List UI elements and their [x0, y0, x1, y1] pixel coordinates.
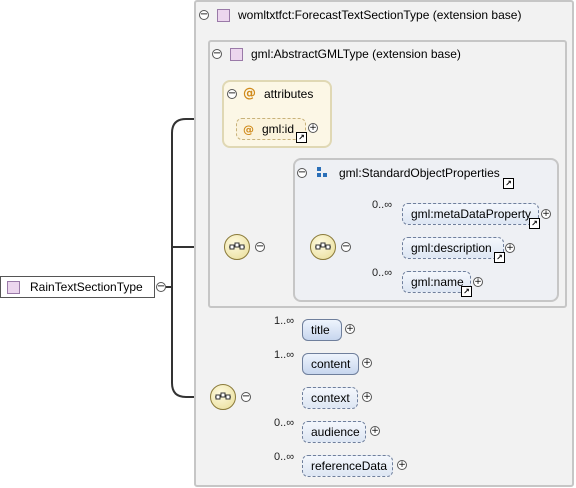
collapse-standard-props-toggle[interactable]: −	[297, 168, 307, 178]
sequence-glyph	[315, 242, 331, 250]
expand-metadata-toggle[interactable]: +	[541, 209, 551, 219]
sequence-glyph	[215, 392, 231, 400]
at-sign-icon: @	[243, 86, 256, 101]
sequence-compositor-icon[interactable]	[310, 234, 336, 260]
reference-data-label: referenceData	[311, 459, 388, 473]
sequence-compositor-icon[interactable]	[210, 384, 236, 410]
expand-description-toggle[interactable]: +	[505, 243, 515, 253]
expand-name-toggle[interactable]: +	[473, 277, 483, 287]
collapse-sequence-toggle[interactable]: −	[255, 242, 265, 252]
gml-id-label: gml:id	[262, 122, 295, 136]
audience-cardinality: 0..∞	[274, 417, 295, 429]
title-label: title	[311, 323, 330, 337]
metadata-cardinality: 0..∞	[372, 199, 393, 211]
reference-arrow-icon: ↗	[529, 218, 540, 229]
expand-reference-data-toggle[interactable]: +	[397, 460, 407, 470]
complex-type-square-icon	[7, 280, 20, 294]
content-element[interactable]: content	[302, 353, 359, 375]
reference-arrow-icon: ↗	[494, 252, 505, 263]
complex-type-square-icon	[230, 47, 243, 61]
root-element[interactable]: RainTextSectionType	[0, 276, 155, 298]
gml-type-label: gml:AbstractGMLType (extension base)	[251, 47, 461, 61]
collapse-sequence-toggle[interactable]: −	[241, 392, 251, 402]
audience-element[interactable]: audience	[302, 421, 366, 443]
audience-label: audience	[311, 425, 360, 439]
reference-arrow-icon: ↗	[296, 132, 307, 143]
forecast-type-label: womltxtfct:ForecastTextSectionType (exte…	[238, 8, 522, 22]
expand-context-toggle[interactable]: +	[362, 392, 372, 402]
content-label: content	[311, 357, 351, 371]
metadata-property-element[interactable]: gml:metaDataProperty	[402, 203, 539, 225]
expand-content-toggle[interactable]: +	[362, 358, 372, 368]
description-element[interactable]: gml:description	[402, 237, 504, 259]
metadata-property-label: gml:metaDataProperty	[411, 207, 532, 221]
expand-title-toggle[interactable]: +	[345, 324, 355, 334]
reference-data-cardinality: 0..∞	[274, 451, 295, 463]
title-element[interactable]: title	[302, 319, 342, 341]
expand-audience-toggle[interactable]: +	[370, 426, 380, 436]
context-element[interactable]: context	[302, 387, 358, 409]
sequence-compositor-icon[interactable]	[224, 234, 250, 260]
collapse-attributes-toggle[interactable]: −	[227, 88, 237, 99]
standard-object-properties-header: − gml:StandardObjectProperties	[297, 166, 500, 180]
gml-extension-header: − gml:AbstractGMLType (extension base)	[212, 47, 461, 61]
forecast-extension-header: − womltxtfct:ForecastTextSectionType (ex…	[199, 8, 521, 22]
collapse-forecast-toggle[interactable]: −	[199, 10, 209, 20]
reference-arrow-icon: ↗	[503, 178, 514, 189]
reference-data-element[interactable]: referenceData	[302, 455, 393, 477]
name-label: gml:name	[411, 275, 464, 289]
description-label: gml:description	[411, 241, 492, 255]
attributes-header: − @ attributes	[227, 86, 313, 101]
content-cardinality: 1..∞	[274, 349, 295, 361]
root-label: RainTextSectionType	[30, 280, 143, 294]
sequence-glyph	[229, 242, 245, 250]
context-label: context	[311, 391, 350, 405]
name-cardinality: 0..∞	[372, 267, 393, 279]
reference-arrow-icon: ↗	[461, 286, 472, 297]
collapse-gml-toggle[interactable]: −	[212, 49, 222, 59]
attributes-title: attributes	[264, 86, 314, 101]
collapse-root-toggle[interactable]: −	[156, 282, 166, 292]
group-icon	[317, 167, 327, 177]
standard-props-title: gml:StandardObjectProperties	[339, 166, 500, 180]
at-sign-icon: @	[243, 122, 254, 136]
complex-type-square-icon	[217, 8, 230, 22]
title-cardinality: 1..∞	[274, 315, 295, 327]
collapse-sequence-toggle[interactable]: −	[341, 242, 351, 252]
expand-gml-id-toggle[interactable]: +	[308, 123, 318, 133]
